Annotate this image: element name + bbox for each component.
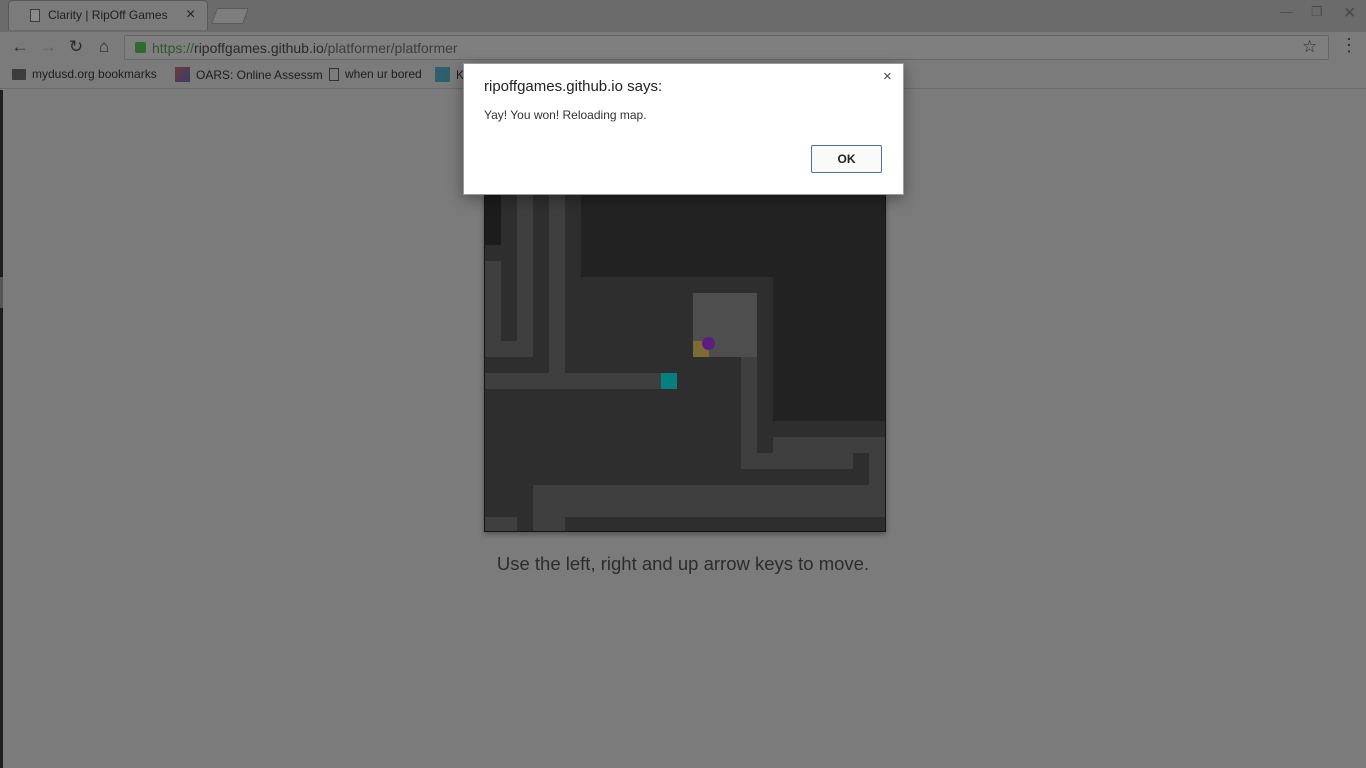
folder-icon — [12, 68, 26, 80]
oars-favicon-icon — [175, 67, 190, 82]
wall-tile — [533, 517, 565, 531]
bookmark-k[interactable]: K — [435, 67, 464, 82]
address-bar[interactable]: https://ripoffgames.github.io/platformer… — [124, 35, 1329, 60]
bookmark-when-ur-bored[interactable]: when ur bored — [329, 67, 422, 81]
browser-toolbar: ← → ↻ ⌂ https://ripoffgames.github.io/pl… — [0, 32, 1366, 62]
game-canvas[interactable] — [484, 194, 886, 532]
wall-tile — [517, 195, 533, 357]
wall-tile — [485, 341, 517, 357]
wall-tile — [485, 373, 661, 389]
void-tile — [485, 195, 501, 245]
url-scheme: https:// — [152, 40, 195, 56]
tab-title: Clarity | RipOff Games — [48, 8, 168, 22]
wall-tile — [741, 357, 757, 469]
minimize-icon[interactable]: — — [1280, 4, 1293, 19]
page-left-edge-mark — [0, 277, 3, 308]
forward-arrow-icon[interactable]: → — [37, 36, 59, 58]
url-host: ripoffgames.github.io — [194, 40, 324, 56]
wall-tile — [533, 485, 869, 517]
dialog-message: Yay! You won! Reloading map. — [484, 108, 647, 122]
goal-block — [661, 373, 677, 389]
tab-close-icon[interactable]: × — [186, 5, 195, 25]
wall-tile — [485, 517, 517, 531]
url-path: /platformer/platformer — [323, 40, 458, 56]
reload-icon[interactable]: ↻ — [65, 36, 87, 58]
bookmark-mydusd[interactable]: mydusd.org bookmarks — [12, 67, 157, 81]
restore-icon[interactable]: ❐ — [1311, 4, 1323, 20]
tab-strip: Clarity | RipOff Games × — ❐ ✕ — [0, 0, 1366, 32]
browser-tab[interactable]: Clarity | RipOff Games × — [8, 0, 208, 30]
url-text[interactable]: https://ripoffgames.github.io/platformer… — [152, 40, 458, 56]
wall-tile — [549, 195, 565, 373]
bookmark-label: OARS: Online Assessm — [196, 67, 323, 82]
player-dot — [702, 337, 715, 350]
bookmark-label: mydusd.org bookmarks — [32, 67, 157, 81]
wall-tile — [773, 437, 869, 453]
wall-tile — [757, 453, 853, 469]
page-icon — [329, 67, 339, 81]
page-icon — [30, 9, 40, 22]
lock-icon — [135, 42, 146, 53]
alert-dialog: ripoffgames.github.io says: × Yay! You w… — [463, 63, 904, 195]
k-favicon-icon — [435, 67, 450, 82]
kebab-menu-icon[interactable]: ⋮ — [1340, 35, 1358, 56]
bookmark-oars[interactable]: OARS: Online Assessm — [175, 67, 323, 82]
back-arrow-icon[interactable]: ← — [9, 36, 31, 58]
wall-tile — [869, 437, 885, 517]
instructions-text: Use the left, right and up arrow keys to… — [496, 553, 870, 574]
window-close-icon[interactable]: ✕ — [1343, 3, 1356, 23]
bookmark-label: when ur bored — [345, 67, 422, 81]
home-icon[interactable]: ⌂ — [93, 36, 115, 58]
dialog-title: ripoffgames.github.io says: — [484, 78, 663, 95]
star-icon[interactable]: ☆ — [1302, 37, 1317, 57]
new-tab-button[interactable] — [211, 8, 249, 24]
ok-button[interactable]: OK — [811, 145, 882, 173]
page-left-edge — [0, 90, 3, 768]
floor-tile — [485, 195, 581, 531]
dialog-close-icon[interactable]: × — [883, 68, 892, 85]
